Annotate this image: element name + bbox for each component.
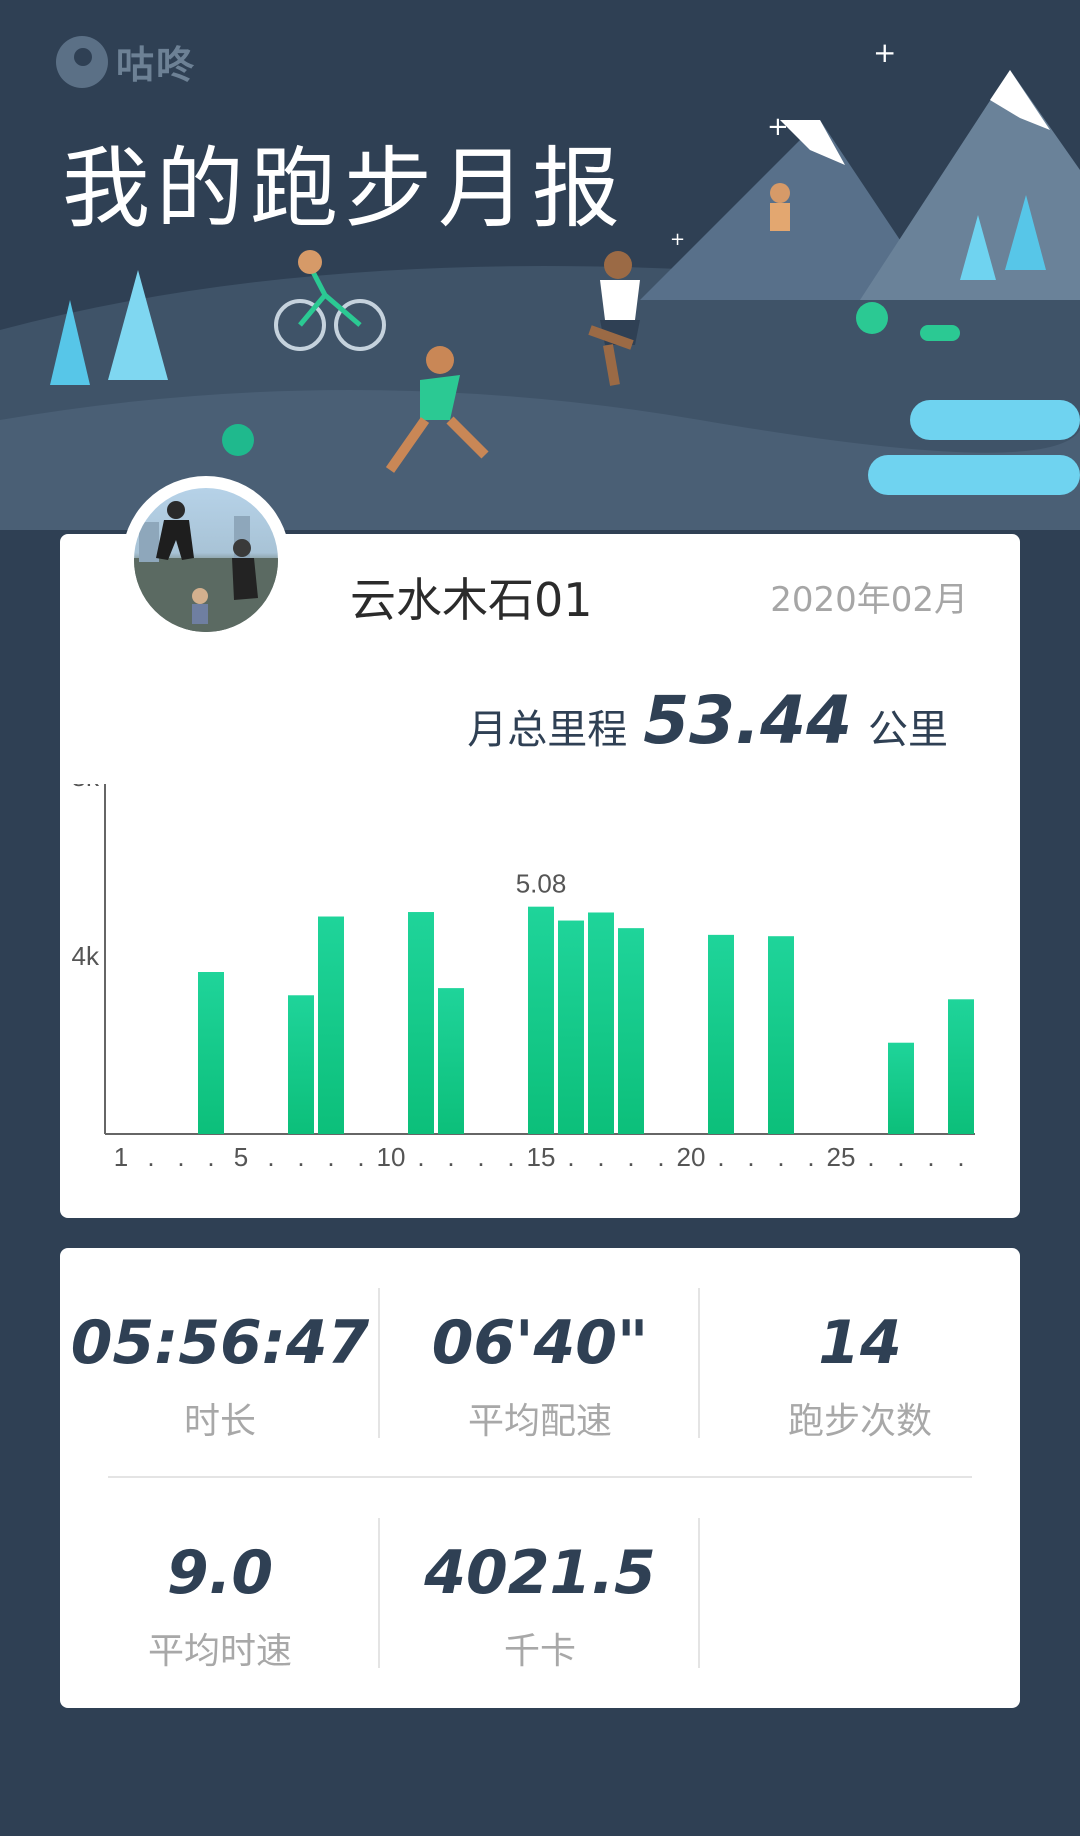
avatar[interactable] bbox=[122, 476, 290, 644]
stat-value: 9.0 bbox=[166, 1538, 274, 1608]
monthly-total: 月总里程 53.44 公里 bbox=[467, 682, 948, 759]
user-name: 云水木石01 bbox=[350, 573, 593, 627]
x-tick-label: 20 bbox=[677, 1142, 706, 1172]
stat-value: 05:56:47 bbox=[70, 1308, 370, 1378]
brand-header: 咕咚 bbox=[56, 34, 196, 89]
bar-day-29 bbox=[948, 999, 974, 1134]
x-tick-dot: . bbox=[627, 1142, 634, 1172]
x-tick-label: 5 bbox=[234, 1142, 248, 1172]
total-distance-label: 月总里程 bbox=[467, 707, 628, 753]
stat-label: 平均时速 bbox=[147, 1631, 292, 1672]
bar-day-12 bbox=[438, 988, 464, 1134]
x-tick-dot: . bbox=[777, 1142, 784, 1172]
x-tick-dot: . bbox=[207, 1142, 214, 1172]
y-tick-label: 4k bbox=[72, 941, 100, 971]
stat-calories: 4021.5 千卡 bbox=[380, 1538, 700, 1674]
x-tick-dot: . bbox=[657, 1142, 664, 1172]
bar-day-23 bbox=[768, 936, 794, 1134]
stat-duration: 05:56:47 时长 bbox=[60, 1308, 380, 1444]
x-tick-dot: . bbox=[567, 1142, 574, 1172]
x-tick-dot: . bbox=[807, 1142, 814, 1172]
x-tick-dot: . bbox=[417, 1142, 424, 1172]
report-month: 2020年02月 bbox=[770, 580, 968, 620]
stat-run-count: 14 跑步次数 bbox=[700, 1308, 1020, 1444]
stat-label: 跑步次数 bbox=[787, 1401, 932, 1442]
y-tick-label: 8k bbox=[72, 784, 100, 792]
page-title: 我的跑步月报 bbox=[62, 137, 627, 240]
total-distance-value: 53.44 bbox=[643, 682, 852, 759]
x-tick-dot: . bbox=[327, 1142, 334, 1172]
x-tick-dot: . bbox=[927, 1142, 934, 1172]
x-tick-dot: . bbox=[957, 1142, 964, 1172]
x-tick-dot: . bbox=[867, 1142, 874, 1172]
stat-value: 4021.5 bbox=[424, 1538, 656, 1608]
x-tick-dot: . bbox=[897, 1142, 904, 1172]
bar-day-21 bbox=[708, 934, 734, 1134]
svg-text:+: + bbox=[767, 112, 789, 142]
stat-label: 时长 bbox=[183, 1401, 256, 1442]
x-tick-dot: . bbox=[147, 1142, 154, 1172]
app-logo-icon bbox=[56, 35, 108, 88]
stat-avg-pace: 06'40" 平均配速 bbox=[380, 1308, 700, 1444]
bar-day-4 bbox=[198, 972, 224, 1134]
svg-text:+: + bbox=[873, 36, 896, 69]
hero-banner: + + + 咕咚 我的跑步月报 bbox=[0, 0, 1080, 530]
stat-value: 06'40" bbox=[431, 1308, 649, 1378]
x-tick-label: 25 bbox=[827, 1142, 856, 1172]
x-tick-dot: . bbox=[507, 1142, 514, 1172]
bar-day-16 bbox=[558, 920, 584, 1134]
bar-day-27 bbox=[888, 1042, 914, 1134]
brand-name: 咕咚 bbox=[116, 43, 197, 87]
x-tick-dot: . bbox=[177, 1142, 184, 1172]
stats-card: 05:56:47 时长 06'40" 平均配速 14 跑步次数 9.0 平均时速… bbox=[60, 1248, 1020, 1708]
x-tick-label: 1 bbox=[114, 1142, 128, 1172]
divider bbox=[698, 1518, 700, 1668]
x-tick-dot: . bbox=[717, 1142, 724, 1172]
x-tick-dot: . bbox=[747, 1142, 754, 1172]
row-divider bbox=[108, 1476, 972, 1478]
x-tick-dot: . bbox=[267, 1142, 274, 1172]
total-distance-unit: 公里 bbox=[868, 707, 948, 753]
svg-text:+: + bbox=[670, 229, 685, 250]
bar-day-8 bbox=[318, 916, 344, 1134]
x-tick-dot: . bbox=[597, 1142, 604, 1172]
x-tick-label: 10 bbox=[377, 1142, 406, 1172]
x-tick-label: 15 bbox=[527, 1142, 556, 1172]
bar-day-15 bbox=[528, 906, 554, 1134]
bar-day-18 bbox=[618, 928, 644, 1134]
daily-distance-chart: 8k 4k 5.08 1... 5.... 10.... 15.... 20.... 25...… bbox=[72, 784, 975, 1172]
x-tick-dot: . bbox=[297, 1142, 304, 1172]
bar-day-17 bbox=[588, 912, 614, 1134]
x-tick-dot: . bbox=[357, 1142, 364, 1172]
x-tick-dot: . bbox=[477, 1142, 484, 1172]
stat-label: 平均配速 bbox=[467, 1401, 612, 1442]
stat-avg-speed: 9.0 平均时速 bbox=[60, 1538, 380, 1674]
bar-day-7 bbox=[288, 995, 314, 1134]
bar-day-11 bbox=[408, 912, 434, 1134]
stat-value: 14 bbox=[818, 1308, 902, 1378]
x-tick-dot: . bbox=[447, 1142, 454, 1172]
avatar-photo bbox=[134, 488, 278, 632]
bar-data-label: 5.08 bbox=[516, 869, 567, 899]
stat-label: 千卡 bbox=[503, 1631, 576, 1672]
